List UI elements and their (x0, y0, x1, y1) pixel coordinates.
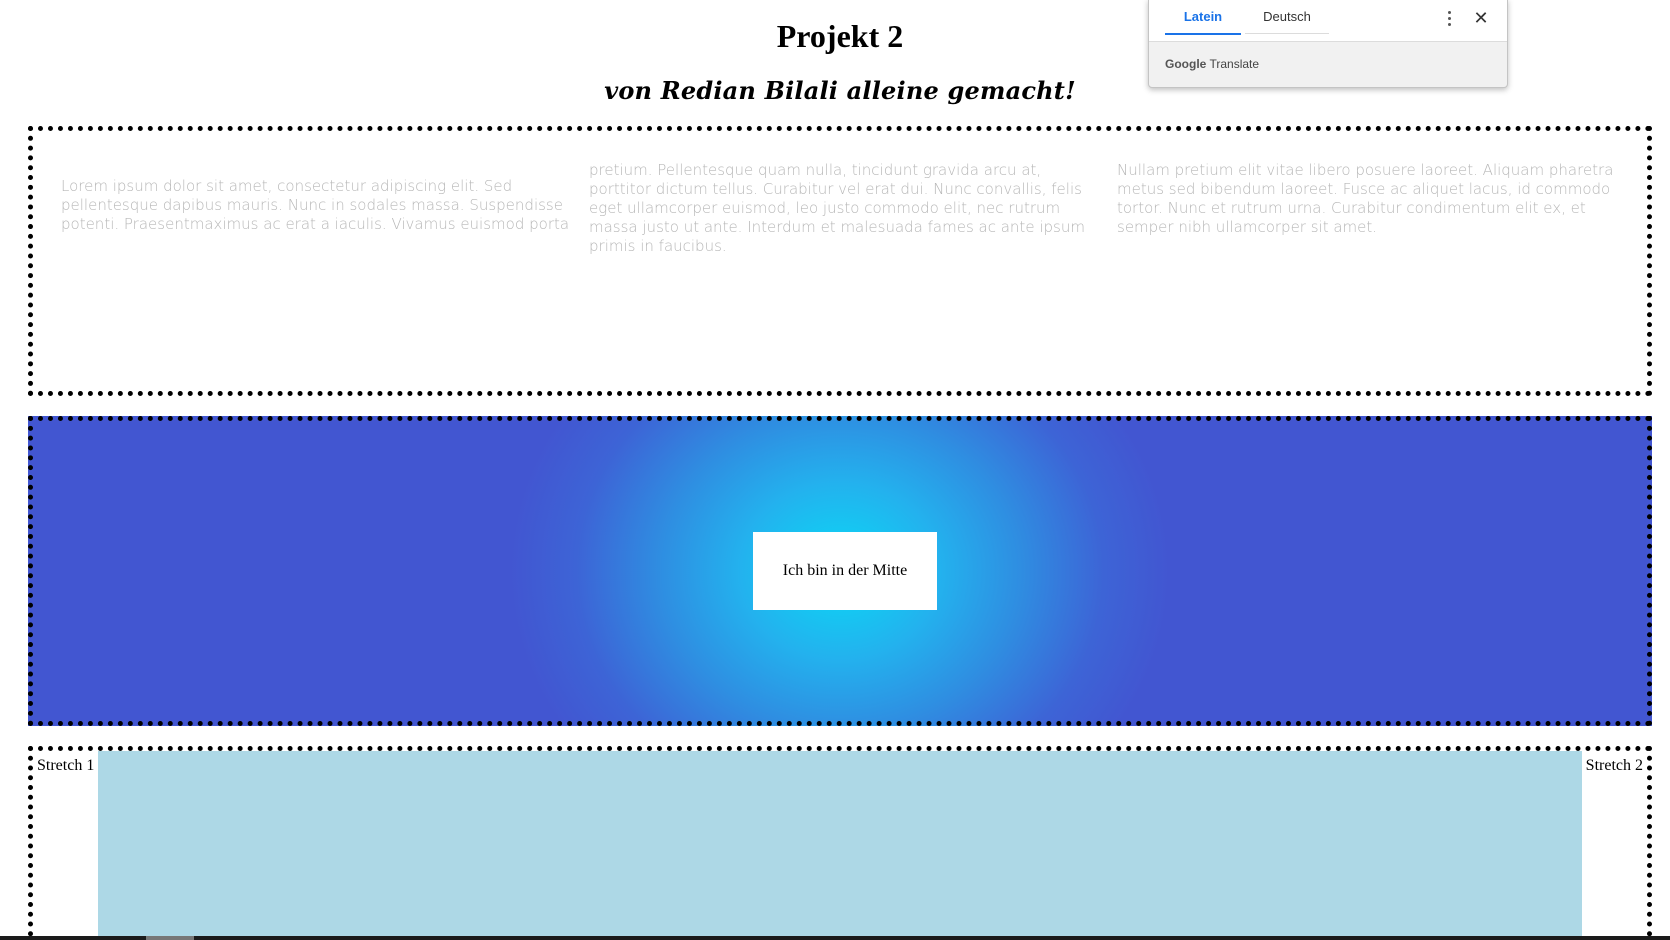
text-columns: Lorem ipsum dolor sit amet, consectetur … (61, 161, 1627, 256)
stretch-middle (98, 751, 1582, 940)
center-card: Ich bin in der Mitte (753, 532, 937, 610)
text-columns-section: Lorem ipsum dolor sit amet, consectetur … (28, 126, 1652, 396)
brand-google: Google (1165, 57, 1207, 71)
stretch-section: Stretch 1 Stretch 2 (28, 746, 1652, 940)
text-column-3: Nullam pretium elit vitae libero posuere… (1117, 161, 1614, 236)
center-card-label: Ich bin in der Mitte (782, 562, 908, 579)
stretch-item-2: Stretch 2 (1585, 757, 1643, 774)
horizontal-scrollbar[interactable] (0, 936, 1670, 940)
tab-deutsch[interactable]: Deutsch (1245, 0, 1329, 34)
close-icon[interactable]: ✕ (1469, 6, 1493, 30)
text-column-1: Lorem ipsum dolor sit amet, consectetur … (61, 177, 570, 233)
gradient-section: Ich bin in der Mitte (28, 416, 1652, 726)
scrollbar-thumb[interactable] (146, 936, 194, 940)
text-column-2: pretium. Pellentesque quam nulla, tincid… (589, 161, 1085, 255)
tab-latein[interactable]: Latein (1165, 0, 1241, 35)
more-vert-icon[interactable] (1439, 8, 1459, 28)
stretch-item-1: Stretch 1 (37, 757, 95, 774)
google-translate-brand[interactable]: Google Translate (1165, 57, 1259, 71)
brand-translate: Translate (1209, 57, 1260, 71)
translate-header: Latein Deutsch ✕ (1149, 0, 1507, 42)
google-translate-popup: Latein Deutsch ✕ Google Translate (1148, 0, 1508, 88)
